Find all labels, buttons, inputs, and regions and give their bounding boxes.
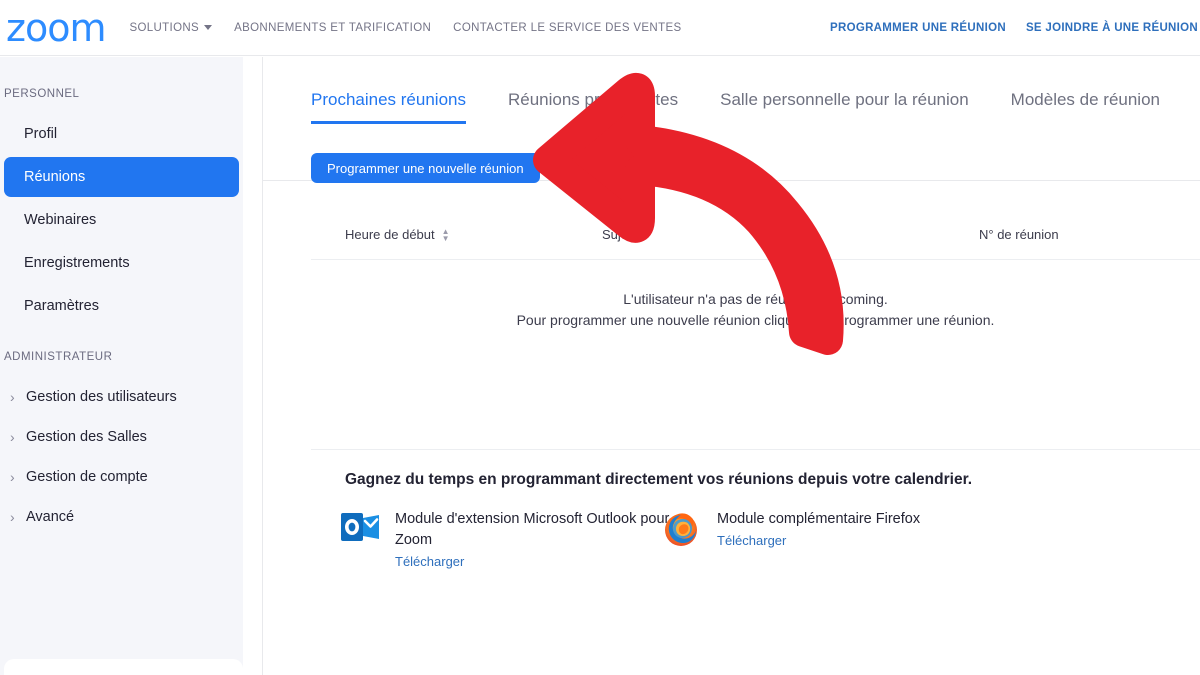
sidebar-item-webinaires[interactable]: Webinaires [0, 200, 243, 240]
sidebar-item-avance[interactable]: › Avancé [0, 497, 243, 537]
sidebar-item-label: Webinaires [24, 212, 97, 228]
topnav-contact-sales[interactable]: CONTACTER LE SERVICE DES VENTES [453, 22, 681, 34]
sidebar-item-reunions[interactable]: Réunions [4, 157, 239, 197]
schedule-new-meeting-button[interactable]: Programmer une nouvelle réunion [311, 153, 540, 183]
promo-firefox-text: Module complémentaire Firefox [717, 511, 921, 527]
meetings-table-header: Heure de début ▲ ▼ Sujet ▲ ▼ N° de réunion [311, 222, 1200, 260]
promo-outlook-download-link[interactable]: Télécharger [395, 554, 464, 569]
column-header-label: N° de réunion [979, 227, 1059, 242]
chevron-right-icon: › [10, 509, 15, 525]
sidebar-item-label: Avancé [26, 509, 75, 525]
top-nav-actions: PROGRAMMER UNE RÉUNION SE JOINDRE À UNE … [830, 0, 1200, 56]
sidebar-item-label: Paramètres [24, 298, 99, 314]
sidebar-item-label: Enregistrements [24, 255, 130, 271]
chevron-down-icon [204, 24, 213, 30]
topnav-pricing[interactable]: ABONNEMENTS ET TARIFICATION [234, 22, 431, 34]
main-content: Prochaines réunions Réunions précédentes… [263, 57, 1200, 675]
topnav-schedule-meeting[interactable]: PROGRAMMER UNE RÉUNION [830, 22, 1006, 34]
sidebar-item-label: Gestion de compte [26, 469, 148, 485]
promo-section-divider [311, 449, 1200, 450]
top-nav-links: SOLUTIONS ABONNEMENTS ET TARIFICATION CO… [129, 22, 681, 34]
promo-row: Module d'extension Microsoft Outlook pou… [341, 509, 1200, 571]
outlook-icon [341, 509, 379, 550]
column-header-sujet[interactable]: Sujet ▲ ▼ [602, 227, 647, 242]
sidebar-item-label: Réunions [24, 169, 86, 185]
column-header-numero-de-reunion: N° de réunion [979, 227, 1059, 242]
meeting-tabs: Prochaines réunions Réunions précédentes… [311, 90, 1160, 124]
zoom-logo[interactable]: zoom [6, 9, 106, 47]
sidebar-personal-items: Profil Réunions Webinaires Enregistremen… [0, 114, 243, 326]
column-header-label: Sujet [602, 227, 632, 242]
promo-title: Gagnez du temps en programmant directeme… [345, 471, 973, 488]
firefox-icon [661, 509, 701, 554]
chevron-right-icon: › [10, 389, 15, 405]
empty-state-message: L'utilisateur n'a pas de réunions upcomi… [311, 289, 1200, 331]
topnav-solutions-label: SOLUTIONS [129, 21, 200, 34]
sidebar-section-administrateur: ADMINISTRATEUR [4, 351, 113, 363]
column-header-label: Heure de début [345, 227, 435, 242]
promo-firefox: Module complémentaire Firefox Télécharge… [661, 509, 920, 571]
sidebar-item-enregistrements[interactable]: Enregistrements [0, 243, 243, 283]
column-header-heure-de-debut[interactable]: Heure de début ▲ ▼ [345, 227, 450, 242]
tab-reunions-precedentes[interactable]: Réunions précédentes [508, 90, 678, 124]
sidebar-section-personal: PERSONNEL [4, 88, 80, 100]
promo-outlook-text: Module d'extension Microsoft Outlook pou… [395, 511, 670, 548]
sidebar-item-gestion-des-utilisateurs[interactable]: › Gestion des utilisateurs [0, 377, 243, 417]
empty-state-line-1: L'utilisateur n'a pas de réunions upcomi… [623, 291, 888, 307]
sidebar-item-gestion-de-compte[interactable]: › Gestion de compte [0, 457, 243, 497]
sidebar-item-label: Gestion des utilisateurs [26, 389, 177, 405]
empty-state-line-2: Pour programmer une nouvelle réunion cli… [516, 312, 995, 328]
promo-outlook: Module d'extension Microsoft Outlook pou… [341, 509, 671, 571]
sidebar-item-label: Gestion des Salles [26, 429, 147, 445]
topnav-join-meeting[interactable]: SE JOINDRE À UNE RÉUNION [1026, 22, 1198, 34]
tab-prochaines-reunions[interactable]: Prochaines réunions [311, 90, 466, 124]
promo-firefox-download-link[interactable]: Télécharger [717, 533, 786, 548]
topnav-solutions[interactable]: SOLUTIONS [129, 21, 213, 34]
sidebar-footer-card: Assister à la formation en direct Tutori… [4, 659, 243, 675]
sidebar-item-gestion-des-salles[interactable]: › Gestion des Salles [0, 417, 243, 457]
sidebar: PERSONNEL Profil Réunions Webinaires Enr… [0, 57, 243, 675]
tab-modeles-de-reunion[interactable]: Modèles de réunion [1011, 90, 1160, 124]
promo-outlook-body: Module d'extension Microsoft Outlook pou… [395, 509, 671, 571]
sort-icon[interactable]: ▲ ▼ [639, 227, 647, 242]
sidebar-item-profil[interactable]: Profil [0, 114, 243, 154]
promo-firefox-body: Module complémentaire Firefox Télécharge… [717, 509, 920, 550]
sort-icon[interactable]: ▲ ▼ [442, 227, 450, 242]
zoom-meetings-page: zoom SOLUTIONS ABONNEMENTS ET TARIFICATI… [0, 0, 1200, 675]
tab-salle-personnelle[interactable]: Salle personnelle pour la réunion [720, 90, 969, 124]
sidebar-item-label: Profil [24, 126, 58, 142]
sidebar-item-parametres[interactable]: Paramètres [0, 286, 243, 326]
sidebar-admin-items: › Gestion des utilisateurs › Gestion des… [0, 377, 243, 537]
top-navigation-bar: zoom SOLUTIONS ABONNEMENTS ET TARIFICATI… [0, 0, 1200, 56]
chevron-right-icon: › [10, 429, 15, 445]
chevron-right-icon: › [10, 469, 15, 485]
